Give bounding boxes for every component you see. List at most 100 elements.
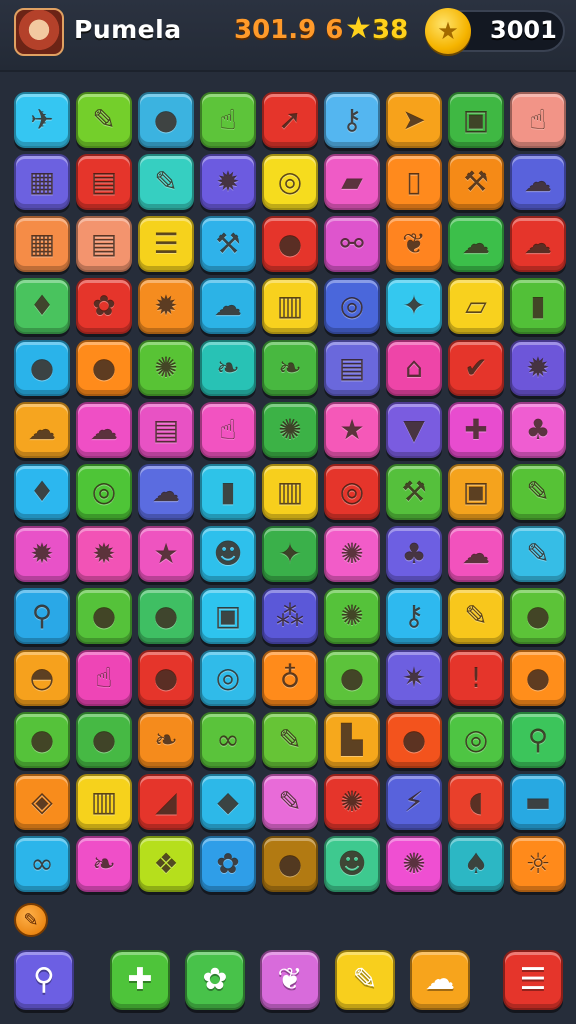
tile-r6-c7[interactable]: ▼ (386, 402, 442, 458)
tile-r1-c7[interactable]: ➤ (386, 92, 442, 148)
tile-r9-c2[interactable]: ● (76, 588, 132, 644)
tile-r12-c1[interactable]: ◈ (14, 774, 70, 830)
tile-r10-c2[interactable]: ☝ (76, 650, 132, 706)
tile-r4-c2[interactable]: ✿ (76, 278, 132, 334)
tile-r3-c2[interactable]: ▤ (76, 216, 132, 272)
tile-r5-c2[interactable]: ● (76, 340, 132, 396)
tile-r4-c3[interactable]: ✹ (138, 278, 194, 334)
tile-r3-c1[interactable]: ▦ (14, 216, 70, 272)
tile-r4-c5[interactable]: ▥ (262, 278, 318, 334)
tile-r7-c7[interactable]: ⚒ (386, 464, 442, 520)
tile-r2-c7[interactable]: ▯ (386, 154, 442, 210)
tile-r9-c8[interactable]: ✎ (448, 588, 504, 644)
avatar[interactable] (14, 8, 64, 56)
tile-r3-c5[interactable]: ● (262, 216, 318, 272)
tile-r11-c1[interactable]: ● (14, 712, 70, 768)
tile-r9-c6[interactable]: ✺ (324, 588, 380, 644)
tile-r3-c8[interactable]: ☁ (448, 216, 504, 272)
tile-r10-c5[interactable]: ♁ (262, 650, 318, 706)
tile-r10-c3[interactable]: ● (138, 650, 194, 706)
tile-r6-c5[interactable]: ✺ (262, 402, 318, 458)
tile-r5-c5[interactable]: ❧ (262, 340, 318, 396)
tile-r5-c7[interactable]: ⌂ (386, 340, 442, 396)
tile-r13-c1[interactable]: ∞ (14, 836, 70, 892)
tile-r9-c7[interactable]: ⚷ (386, 588, 442, 644)
tile-r8-c3[interactable]: ★ (138, 526, 194, 582)
tile-r5-c8[interactable]: ✔ (448, 340, 504, 396)
tile-r10-c7[interactable]: ✷ (386, 650, 442, 706)
tile-r9-c5[interactable]: ⁂ (262, 588, 318, 644)
cloud-tool[interactable]: ☁ (410, 950, 470, 1010)
tile-r7-c3[interactable]: ☁ (138, 464, 194, 520)
tile-r3-c3[interactable]: ☰ (138, 216, 194, 272)
tile-r1-c6[interactable]: ⚷ (324, 92, 380, 148)
tile-r6-c4[interactable]: ☝ (200, 402, 256, 458)
tile-r7-c6[interactable]: ◎ (324, 464, 380, 520)
tile-r11-c4[interactable]: ∞ (200, 712, 256, 768)
tile-r2-c8[interactable]: ⚒ (448, 154, 504, 210)
tile-r2-c3[interactable]: ✎ (138, 154, 194, 210)
tile-r1-c8[interactable]: ▣ (448, 92, 504, 148)
tile-r13-c7[interactable]: ✺ (386, 836, 442, 892)
tile-r8-c4[interactable]: ☻ (200, 526, 256, 582)
tile-r12-c9[interactable]: ▬ (510, 774, 566, 830)
tile-r10-c1[interactable]: ◓ (14, 650, 70, 706)
tile-r7-c1[interactable]: ♦ (14, 464, 70, 520)
tile-r11-c5[interactable]: ✎ (262, 712, 318, 768)
tile-r2-c1[interactable]: ▦ (14, 154, 70, 210)
tile-r13-c9[interactable]: ☼ (510, 836, 566, 892)
add-tool[interactable]: ✚ (110, 950, 170, 1010)
tile-r10-c4[interactable]: ◎ (200, 650, 256, 706)
tile-r8-c8[interactable]: ☁ (448, 526, 504, 582)
tile-r9-c3[interactable]: ● (138, 588, 194, 644)
tile-r11-c3[interactable]: ❧ (138, 712, 194, 768)
tile-r11-c2[interactable]: ● (76, 712, 132, 768)
tile-r4-c1[interactable]: ♦ (14, 278, 70, 334)
tile-r5-c3[interactable]: ✺ (138, 340, 194, 396)
tile-r1-c4[interactable]: ☝ (200, 92, 256, 148)
tile-r11-c6[interactable]: ▙ (324, 712, 380, 768)
tile-r8-c7[interactable]: ♣ (386, 526, 442, 582)
tile-r8-c9[interactable]: ✎ (510, 526, 566, 582)
tile-r4-c9[interactable]: ▮ (510, 278, 566, 334)
tile-r13-c2[interactable]: ❧ (76, 836, 132, 892)
tile-r13-c6[interactable]: ☻ (324, 836, 380, 892)
tile-r7-c5[interactable]: ▥ (262, 464, 318, 520)
tile-r12-c8[interactable]: ◖ (448, 774, 504, 830)
tile-r5-c6[interactable]: ▤ (324, 340, 380, 396)
flower-tool[interactable]: ✿ (185, 950, 245, 1010)
tile-r10-c9[interactable]: ● (510, 650, 566, 706)
cherry-tool[interactable]: ❦ (260, 950, 320, 1010)
tile-r6-c2[interactable]: ☁ (76, 402, 132, 458)
tile-r2-c2[interactable]: ▤ (76, 154, 132, 210)
tile-r4-c6[interactable]: ◎ (324, 278, 380, 334)
hint-button[interactable]: ✎ (14, 903, 48, 937)
tile-r10-c6[interactable]: ● (324, 650, 380, 706)
tile-r12-c7[interactable]: ⚡ (386, 774, 442, 830)
tile-r12-c4[interactable]: ◆ (200, 774, 256, 830)
tile-r7-c2[interactable]: ◎ (76, 464, 132, 520)
tile-r3-c9[interactable]: ☁ (510, 216, 566, 272)
tile-r5-c9[interactable]: ✹ (510, 340, 566, 396)
tile-r9-c1[interactable]: ⚲ (14, 588, 70, 644)
tile-r1-c1[interactable]: ✈ (14, 92, 70, 148)
tile-r6-c1[interactable]: ☁ (14, 402, 70, 458)
tile-r3-c6[interactable]: ⚯ (324, 216, 380, 272)
tile-r5-c4[interactable]: ❧ (200, 340, 256, 396)
tile-r2-c9[interactable]: ☁ (510, 154, 566, 210)
tile-r2-c6[interactable]: ▰ (324, 154, 380, 210)
tile-r11-c8[interactable]: ◎ (448, 712, 504, 768)
tile-r13-c8[interactable]: ♠ (448, 836, 504, 892)
tile-r12-c2[interactable]: ▥ (76, 774, 132, 830)
tile-r8-c2[interactable]: ✹ (76, 526, 132, 582)
tile-r9-c4[interactable]: ▣ (200, 588, 256, 644)
tile-r1-c5[interactable]: ➚ (262, 92, 318, 148)
tile-r2-c5[interactable]: ◎ (262, 154, 318, 210)
tile-r4-c7[interactable]: ✦ (386, 278, 442, 334)
tile-r9-c9[interactable]: ● (510, 588, 566, 644)
tile-r6-c9[interactable]: ♣ (510, 402, 566, 458)
tile-r8-c5[interactable]: ✦ (262, 526, 318, 582)
menu-tool[interactable]: ☰ (503, 950, 563, 1010)
tile-r12-c5[interactable]: ✎ (262, 774, 318, 830)
tile-r6-c3[interactable]: ▤ (138, 402, 194, 458)
